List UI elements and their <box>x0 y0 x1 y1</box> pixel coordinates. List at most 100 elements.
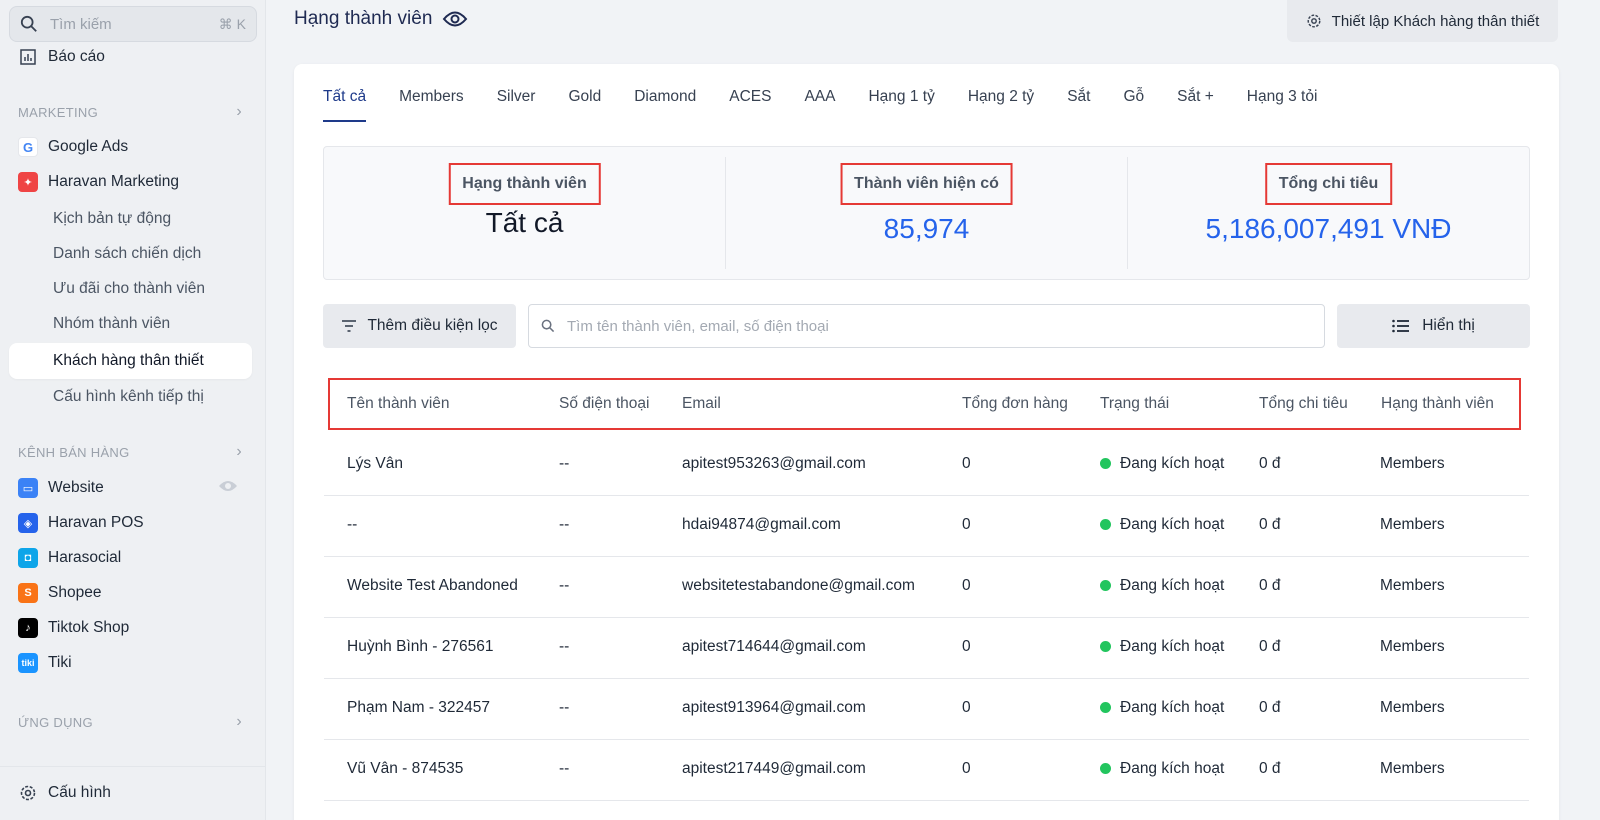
tiktok-icon: ♪ <box>18 618 38 638</box>
cell-spend: 0 đ <box>1259 760 1281 777</box>
table-row[interactable]: Phạm Nam - 322457 -- apitest913964@gmail… <box>324 679 1529 740</box>
cell-orders: 0 <box>962 455 971 472</box>
chevron-right-icon: › <box>236 713 242 730</box>
status-label: Đang kích hoạt <box>1120 577 1225 594</box>
sidebar-item-google-ads[interactable]: G Google Ads <box>18 133 128 161</box>
cell-email: apitest217449@gmail.com <box>682 760 866 777</box>
sidebar-subitem-automation[interactable]: Kịch bản tự động <box>53 205 171 233</box>
sidebar-subitem-campaigns[interactable]: Danh sách chiến dịch <box>53 240 201 268</box>
sidebar-divider <box>0 766 266 767</box>
table-row[interactable]: Lýs Vân -- apitest953263@gmail.com 0 Đan… <box>324 435 1529 496</box>
tab-sat-plus[interactable]: Sắt + <box>1177 88 1214 122</box>
cell-spend: 0 đ <box>1259 577 1281 594</box>
column-header-spend[interactable]: Tổng chi tiêu <box>1259 395 1348 413</box>
add-filter-button[interactable]: Thêm điều kiện lọc <box>323 304 516 348</box>
column-header-phone[interactable]: Số điện thoại <box>559 395 650 413</box>
member-search-input[interactable]: Tìm tên thành viên, email, số điện thoại <box>528 304 1325 348</box>
sidebar-subitem-channel-config[interactable]: Cấu hình kênh tiếp thị <box>53 383 204 411</box>
tab-rank-2-ty[interactable]: Hạng 2 tỷ <box>968 88 1034 122</box>
sidebar-search-input[interactable]: Tìm kiếm ⌘ K <box>9 6 257 42</box>
section-title-label: ỨNG DỤNG <box>18 714 93 730</box>
sidebar-subitem-member-groups[interactable]: Nhóm thành viên <box>53 310 170 338</box>
stats-panel: Hạng thành viên Tất cả Thành viên hiện c… <box>323 146 1530 280</box>
sidebar-item-label: Cấu hình <box>48 784 111 801</box>
tab-aaa[interactable]: AAA <box>804 88 835 122</box>
section-title-label: MARKETING <box>18 104 98 120</box>
table-row[interactable]: Website Test Abandoned -- websitetestaba… <box>324 557 1529 618</box>
cell-email: hdai94874@gmail.com <box>682 516 841 533</box>
section-marketing[interactable]: MARKETING › <box>18 103 242 121</box>
cell-phone: -- <box>559 760 570 777</box>
google-icon: G <box>18 137 38 157</box>
tab-gold[interactable]: Gold <box>568 88 601 122</box>
section-sales-channels[interactable]: KÊNH BÁN HÀNG › <box>18 443 242 461</box>
stat-label: Tổng chi tiêu <box>1264 163 1393 205</box>
status-label: Đang kích hoạt <box>1120 638 1225 655</box>
cell-phone: -- <box>559 699 570 716</box>
tiki-icon: tiki <box>18 653 38 673</box>
cell-tier: Members <box>1380 638 1445 655</box>
cell-status: Đang kích hoạt <box>1100 577 1224 595</box>
table-row[interactable]: -- -- hdai94874@gmail.com 0 Đang kích ho… <box>324 496 1529 557</box>
tab-silver[interactable]: Silver <box>497 88 536 122</box>
sidebar-item-shopee[interactable]: S Shopee <box>18 579 101 607</box>
sidebar-item-website[interactable]: ▭ Website <box>18 474 238 502</box>
sidebar-subitem-loyal-customers[interactable]: Khách hàng thân thiết <box>9 343 252 379</box>
tab-rank-1-ty[interactable]: Hạng 1 tỷ <box>868 88 934 122</box>
eye-icon[interactable] <box>442 10 468 28</box>
cell-status: Đang kích hoạt <box>1100 455 1224 473</box>
cell-name: Lýs Vân <box>347 455 404 472</box>
status-dot <box>1100 641 1111 652</box>
add-filter-label: Thêm điều kiện lọc <box>367 317 498 334</box>
sidebar-item-haravan-pos[interactable]: ◈ Haravan POS <box>18 509 144 537</box>
status-label: Đang kích hoạt <box>1120 455 1225 472</box>
loyalty-settings-button[interactable]: Thiết lập Khách hàng thân thiết <box>1287 0 1558 42</box>
tab-sat[interactable]: Sắt <box>1067 88 1090 122</box>
page-title-text: Hạng thành viên <box>294 8 433 29</box>
sidebar-subitem-member-offers[interactable]: Ưu đãi cho thành viên <box>53 275 205 303</box>
shopee-icon: S <box>18 583 38 603</box>
status-label: Đang kích hoạt <box>1120 516 1225 533</box>
tab-go[interactable]: Gỗ <box>1123 88 1144 122</box>
cell-name: Website Test Abandoned <box>347 577 518 594</box>
table-row[interactable]: Vũ Vân - 874535 -- apitest217449@gmail.c… <box>324 740 1529 801</box>
sidebar-item-label: Haravan Marketing <box>48 173 179 190</box>
sidebar-item-settings[interactable]: Cấu hình <box>18 779 111 807</box>
cell-orders: 0 <box>962 699 971 716</box>
harasocial-icon: ◘ <box>18 548 38 568</box>
cell-status: Đang kích hoạt <box>1100 516 1224 534</box>
section-apps[interactable]: ỨNG DỤNG › <box>18 713 242 731</box>
status-dot <box>1100 580 1111 591</box>
display-options-button[interactable]: Hiển thị <box>1337 304 1530 348</box>
sidebar-item-label: Google Ads <box>48 138 129 155</box>
tab-diamond[interactable]: Diamond <box>634 88 696 122</box>
stat-label: Hạng thành viên <box>448 163 601 205</box>
sidebar-item-tiki[interactable]: tiki Tiki <box>18 649 72 677</box>
column-header-email[interactable]: Email <box>682 395 721 413</box>
cell-email: apitest714644@gmail.com <box>682 638 866 655</box>
table-row[interactable]: Huỳnh Bình - 276561 -- apitest714644@gma… <box>324 618 1529 679</box>
sidebar-item-label: Báo cáo <box>48 48 105 65</box>
sidebar-item-report[interactable]: Báo cáo <box>18 43 105 71</box>
table-header: Tên thành viên Số điện thoại Email Tổng … <box>328 378 1521 430</box>
tab-rank-3-toi[interactable]: Hạng 3 tỏi <box>1247 88 1318 122</box>
column-header-orders[interactable]: Tổng đơn hàng <box>962 395 1068 413</box>
cell-orders: 0 <box>962 638 971 655</box>
eye-icon[interactable] <box>218 479 238 498</box>
cell-status: Đang kích hoạt <box>1100 638 1224 656</box>
sidebar-item-tiktok-shop[interactable]: ♪ Tiktok Shop <box>18 614 129 642</box>
sidebar-item-label: Tiki <box>48 654 72 671</box>
cell-name: -- <box>347 516 358 533</box>
column-header-name[interactable]: Tên thành viên <box>347 395 450 413</box>
tab-aces[interactable]: ACES <box>729 88 771 122</box>
tab-all[interactable]: Tất cả <box>323 88 367 122</box>
filter-icon <box>342 320 357 332</box>
column-header-status[interactable]: Trạng thái <box>1100 395 1169 413</box>
cell-spend: 0 đ <box>1259 455 1281 472</box>
status-dot <box>1100 458 1111 469</box>
tab-members[interactable]: Members <box>399 88 464 122</box>
sidebar-item-harasocial[interactable]: ◘ Harasocial <box>18 544 121 572</box>
column-header-tier[interactable]: Hạng thành viên <box>1381 395 1494 413</box>
sidebar-item-haravan-marketing[interactable]: ✦ Haravan Marketing <box>18 168 179 196</box>
cell-status: Đang kích hoạt <box>1100 699 1224 717</box>
